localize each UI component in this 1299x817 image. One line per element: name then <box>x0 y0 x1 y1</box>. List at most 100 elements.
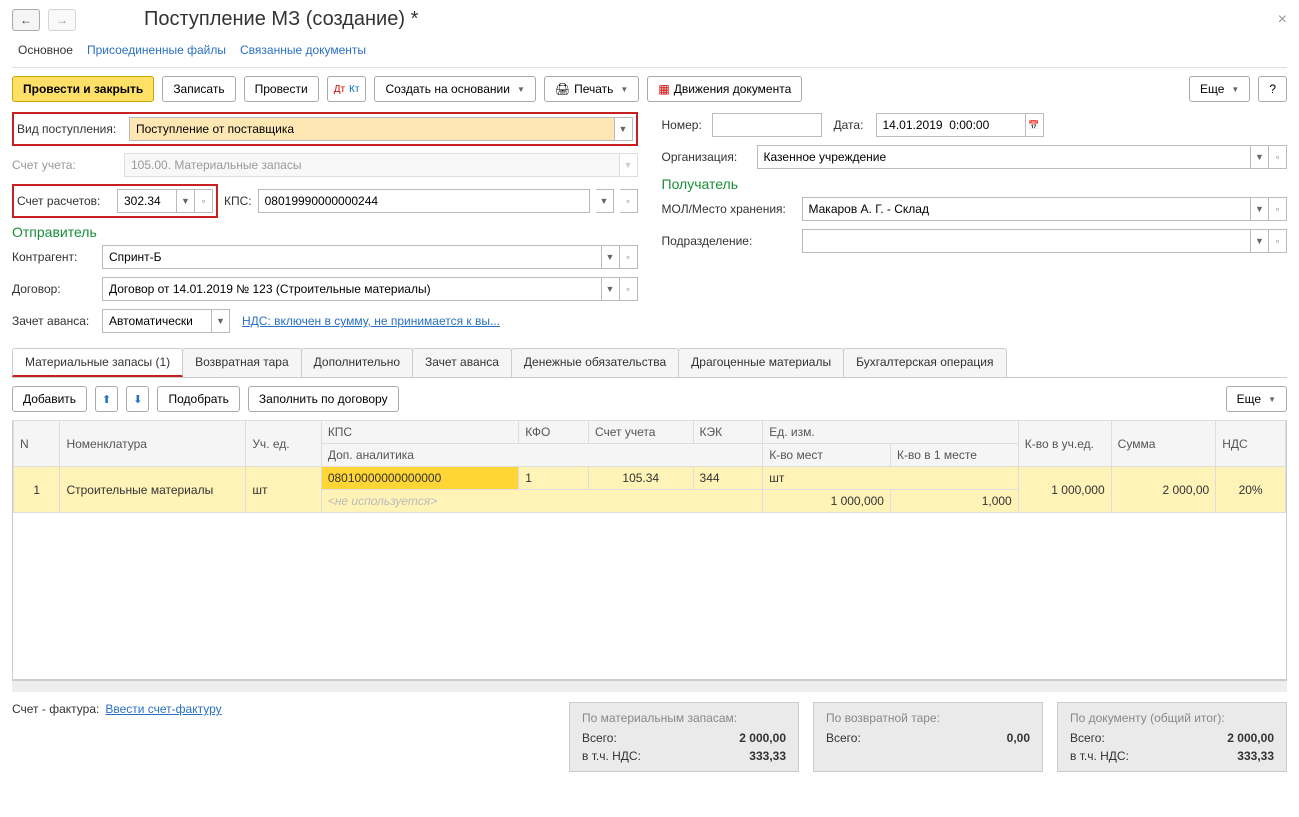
materials-table[interactable]: N Номенклатура Уч. ед. КПС КФО Счет учет… <box>13 420 1286 513</box>
cell-dop[interactable]: <не используется> <box>321 490 762 513</box>
close-icon[interactable]: × <box>1278 11 1287 29</box>
tab-materials[interactable]: Материальные запасы (1) <box>12 348 183 377</box>
kps-dropdown[interactable]: ▼ <box>596 189 614 213</box>
top-nav: Основное Присоединенные файлы Связанные … <box>12 39 1287 68</box>
write-button[interactable]: Записать <box>162 76 235 102</box>
cell-sum[interactable]: 2 000,00 <box>1111 467 1216 513</box>
tab-packaging[interactable]: Возвратная тара <box>182 348 302 377</box>
pick-button[interactable]: Подобрать <box>157 386 239 412</box>
tab-extra[interactable]: Дополнительно <box>301 348 413 377</box>
materials-table-wrap: N Номенклатура Уч. ед. КПС КФО Счет учет… <box>12 420 1287 680</box>
counterparty-input[interactable] <box>102 245 602 269</box>
settlement-dropdown[interactable]: ▼ <box>177 189 195 213</box>
cell-qty[interactable]: 1 000,000 <box>1018 467 1111 513</box>
entry-type-dropdown[interactable]: ▼ <box>615 117 633 141</box>
cell-inplace[interactable]: 1,000 <box>890 490 1018 513</box>
tab-precious[interactable]: Драгоценные материалы <box>678 348 844 377</box>
totals-materials: По материальным запасам: Всего:2 000,00 … <box>569 702 799 772</box>
post-button[interactable]: Провести <box>244 76 319 102</box>
th-nds: НДС <box>1216 421 1286 467</box>
cell-measure[interactable]: шт <box>763 467 1019 490</box>
th-acct: Счет учета <box>588 421 693 444</box>
arrow-down-icon: ⬇ <box>133 393 142 406</box>
mol-open-button[interactable]: ▫ <box>1269 197 1287 221</box>
cell-kps[interactable]: 08010000000000000 <box>321 467 518 490</box>
tab-more-button[interactable]: Еще▼ <box>1226 386 1287 412</box>
tab-liabilities[interactable]: Денежные обязательства <box>511 348 679 377</box>
kps-open-button[interactable]: ▫ <box>620 189 638 213</box>
kps-input[interactable] <box>258 189 590 213</box>
settlement-open-button[interactable]: ▫ <box>195 189 213 213</box>
horizontal-scrollbar[interactable] <box>12 680 1287 692</box>
enter-invoice-link[interactable]: Ввести счет-фактуру <box>105 702 221 716</box>
nav-back-button[interactable]: ← <box>12 9 40 31</box>
th-qty: К-во в уч.ед. <box>1018 421 1111 467</box>
counterparty-open-button[interactable]: ▫ <box>620 245 638 269</box>
number-input[interactable] <box>712 113 822 137</box>
advance-label: Зачет аванса: <box>12 314 102 328</box>
nav-main[interactable]: Основное <box>18 43 73 57</box>
th-n: N <box>14 421 60 467</box>
mol-dropdown[interactable]: ▼ <box>1251 197 1269 221</box>
create-based-button[interactable]: Создать на основании▼ <box>374 76 535 102</box>
contract-dropdown[interactable]: ▼ <box>602 277 620 301</box>
tab-accounting[interactable]: Бухгалтерская операция <box>843 348 1006 377</box>
counterparty-label: Контрагент: <box>12 250 102 264</box>
dept-dropdown[interactable]: ▼ <box>1251 229 1269 253</box>
cell-kek[interactable]: 344 <box>693 467 763 490</box>
more-button[interactable]: Еще▼ <box>1189 76 1250 102</box>
nav-related[interactable]: Связанные документы <box>240 43 366 57</box>
mol-label: МОЛ/Место хранения: <box>662 202 802 216</box>
contract-open-button[interactable]: ▫ <box>620 277 638 301</box>
dept-open-button[interactable]: ▫ <box>1269 229 1287 253</box>
advance-dropdown[interactable]: ▼ <box>212 309 230 333</box>
settlement-label: Счет расчетов: <box>17 194 117 208</box>
number-label: Номер: <box>662 118 712 132</box>
print-button[interactable]: 🖨Печать▼ <box>544 76 639 102</box>
cell-nds[interactable]: 20% <box>1216 467 1286 513</box>
nav-forward-button[interactable]: → <box>48 9 76 31</box>
help-button[interactable]: ? <box>1258 76 1287 102</box>
move-down-button[interactable]: ⬇ <box>126 386 149 412</box>
cell-places[interactable]: 1 000,000 <box>763 490 891 513</box>
th-inplace: К-во в 1 месте <box>890 444 1018 467</box>
org-input[interactable] <box>757 145 1252 169</box>
dept-input[interactable] <box>802 229 1252 253</box>
debit-credit-button[interactable]: ДтКт <box>327 76 367 102</box>
cell-n: 1 <box>14 467 60 513</box>
settlement-input[interactable] <box>117 189 177 213</box>
nav-files[interactable]: Присоединенные файлы <box>87 43 226 57</box>
add-row-button[interactable]: Добавить <box>12 386 87 412</box>
account-dropdown: ▼ <box>620 153 638 177</box>
sender-section-title: Отправитель <box>12 224 638 240</box>
advance-input[interactable] <box>102 309 212 333</box>
cell-acct[interactable]: 105.34 <box>588 467 693 490</box>
contract-label: Договор: <box>12 282 102 296</box>
nds-link[interactable]: НДС: включен в сумму, не принимается к в… <box>242 314 500 328</box>
receiver-section-title: Получатель <box>662 176 1288 192</box>
cell-kfo[interactable]: 1 <box>519 467 589 490</box>
date-input[interactable] <box>876 113 1026 137</box>
post-and-close-button[interactable]: Провести и закрыть <box>12 76 154 102</box>
move-up-button[interactable]: ⬆ <box>95 386 118 412</box>
table-row[interactable]: 1 Строительные материалы шт 080100000000… <box>14 467 1286 490</box>
entry-type-highlight: Вид поступления: ▼ <box>12 112 638 146</box>
fill-button[interactable]: Заполнить по договору <box>248 386 399 412</box>
th-sum: Сумма <box>1111 421 1216 467</box>
th-measure: Ед. изм. <box>763 421 1019 444</box>
cell-nomen[interactable]: Строительные материалы <box>60 467 246 513</box>
entry-type-input[interactable] <box>129 117 615 141</box>
settlement-highlight: Счет расчетов: ▼ ▫ <box>12 184 218 218</box>
page-title: Поступление МЗ (создание) * <box>144 8 418 31</box>
tab-advance[interactable]: Зачет аванса <box>412 348 512 377</box>
org-open-button[interactable]: ▫ <box>1269 145 1287 169</box>
date-calendar-button[interactable]: 📅 <box>1026 113 1044 137</box>
cell-unit[interactable]: шт <box>246 467 322 513</box>
contract-input[interactable] <box>102 277 602 301</box>
mol-input[interactable] <box>802 197 1252 221</box>
counterparty-dropdown[interactable]: ▼ <box>602 245 620 269</box>
movements-button[interactable]: ▦Движения документа <box>647 76 802 102</box>
dept-label: Подразделение: <box>662 234 802 248</box>
org-dropdown[interactable]: ▼ <box>1251 145 1269 169</box>
th-unit: Уч. ед. <box>246 421 322 467</box>
